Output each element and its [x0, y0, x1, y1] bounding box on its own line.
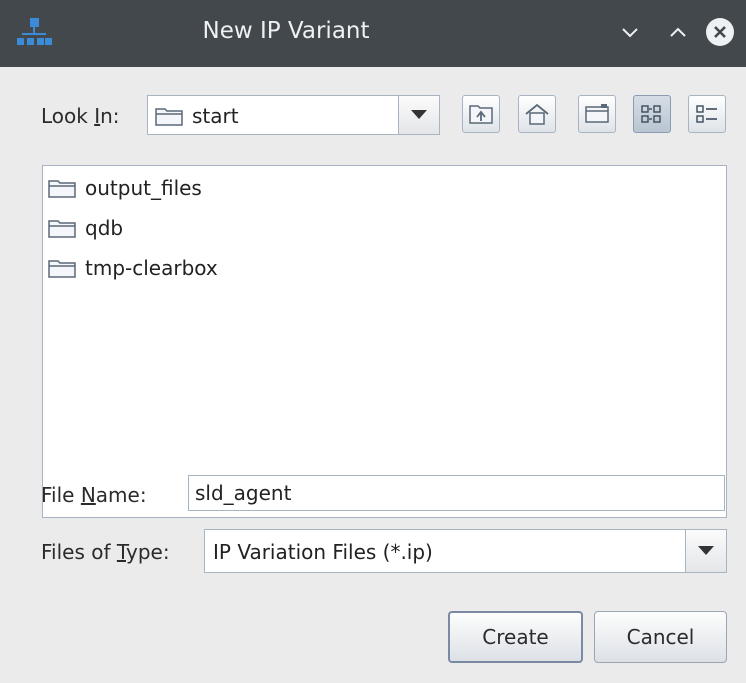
file-name: output_files — [85, 176, 202, 200]
create-new-folder-button[interactable] — [578, 95, 616, 133]
folder-icon — [48, 220, 76, 238]
minimize-button[interactable] — [614, 16, 646, 48]
file-name-input[interactable]: sld_agent — [188, 475, 725, 511]
files-of-type-label: Files of Type: — [41, 540, 170, 564]
list-item[interactable]: tmp-clearbox — [47, 252, 218, 284]
new-folder-icon — [585, 104, 609, 123]
file-name: qdb — [85, 216, 124, 240]
details-view-button[interactable] — [688, 95, 726, 133]
maximize-button[interactable] — [662, 16, 694, 48]
file-list[interactable]: output_files qdb tmp-clearbox — [42, 165, 727, 518]
home-icon — [525, 103, 549, 125]
list-view-icon — [641, 105, 661, 123]
list-view-button[interactable] — [633, 95, 671, 133]
list-item[interactable]: output_files — [47, 172, 202, 204]
up-one-level-button[interactable] — [462, 95, 500, 133]
files-of-type-dropdown-arrow[interactable] — [685, 530, 726, 572]
create-button[interactable]: Create — [448, 611, 583, 663]
look-in-value: start — [192, 104, 239, 128]
folder-up-icon — [469, 105, 493, 124]
details-view-icon — [696, 105, 717, 123]
title-bar: New IP Variant — [0, 0, 746, 67]
look-in-combo[interactable]: start — [147, 95, 440, 135]
cancel-button[interactable]: Cancel — [594, 611, 727, 663]
close-circle-icon — [706, 18, 734, 46]
chevron-up-icon — [670, 27, 686, 37]
chevron-down-icon — [622, 28, 638, 38]
window-title: New IP Variant — [202, 18, 370, 44]
triangle-down-icon — [411, 110, 427, 119]
folder-icon — [48, 260, 76, 278]
files-of-type-value: IP Variation Files (*.ip) — [213, 540, 433, 564]
look-in-label: Look In: — [41, 104, 120, 128]
triangle-down-icon — [698, 546, 714, 555]
file-chooser-dialog: Look In: start output_files qdb tmp-clea… — [0, 67, 746, 683]
file-name: tmp-clearbox — [85, 256, 218, 280]
file-name-label: File Name: — [41, 483, 147, 507]
list-item[interactable]: qdb — [47, 212, 123, 244]
home-button[interactable] — [518, 95, 556, 133]
look-in-dropdown-arrow[interactable] — [398, 96, 439, 134]
files-of-type-combo[interactable]: IP Variation Files (*.ip) — [204, 529, 727, 573]
close-button[interactable] — [704, 16, 736, 48]
folder-icon — [48, 180, 76, 198]
folder-icon — [155, 108, 183, 126]
